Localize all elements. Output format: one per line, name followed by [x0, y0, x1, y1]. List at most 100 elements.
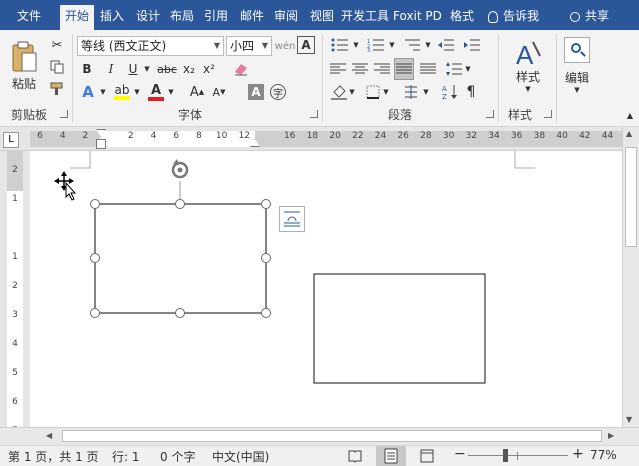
zoom-slider-track[interactable]: [468, 455, 568, 456]
resize-handle-bottom-right[interactable]: [261, 308, 271, 318]
italic-button[interactable]: I: [102, 60, 120, 78]
tab-view[interactable]: 视图: [306, 5, 338, 30]
font-launcher[interactable]: [310, 110, 318, 118]
scroll-right-icon[interactable]: ▶: [608, 431, 614, 440]
tab-file[interactable]: 文件: [8, 5, 50, 30]
resize-handle-top[interactable]: [175, 199, 185, 209]
subscript-button[interactable]: x₂: [180, 60, 198, 78]
show-marks-icon[interactable]: ¶: [462, 82, 480, 102]
editing-button[interactable]: 编辑 ▼: [560, 34, 594, 96]
copy-icon[interactable]: [48, 58, 66, 76]
read-mode-icon[interactable]: [348, 449, 362, 463]
print-layout-icon[interactable]: [376, 446, 406, 466]
left-indent-marker[interactable]: [96, 139, 106, 149]
paste-button[interactable]: 粘贴: [6, 36, 42, 96]
share-button[interactable]: 共享: [570, 5, 609, 27]
highlight-button[interactable]: ab: [112, 82, 132, 102]
align-center-icon[interactable]: [350, 60, 370, 78]
chevron-down-icon[interactable]: ▼: [352, 36, 360, 54]
selected-rectangle-shape[interactable]: [94, 203, 267, 314]
rotate-handle-icon[interactable]: [171, 159, 189, 179]
resize-handle-top-left[interactable]: [90, 199, 100, 209]
underline-button[interactable]: U: [124, 60, 142, 78]
rectangle-shape[interactable]: [313, 273, 486, 384]
chinese-layout-icon[interactable]: [400, 82, 422, 102]
decrease-indent-icon[interactable]: [436, 36, 456, 54]
clear-formatting-icon[interactable]: [232, 60, 250, 78]
styles-button[interactable]: A 样式 ▼: [504, 34, 552, 96]
chevron-down-icon[interactable]: ▼: [348, 82, 356, 102]
paragraph-launcher[interactable]: [486, 110, 494, 118]
styles-launcher[interactable]: [544, 110, 552, 118]
increase-indent-icon[interactable]: [462, 36, 482, 54]
horizontal-ruler[interactable]: L 6 4 2 2 4 6 8 10 12 16 18 20 22 24 26 28 30 32 34 36 38 40 4…: [0, 127, 639, 151]
vertical-scroll-thumb[interactable]: [625, 147, 637, 247]
chevron-down-icon[interactable]: ▼: [382, 82, 390, 102]
chevron-down-icon[interactable]: ▼: [424, 36, 432, 54]
tab-references[interactable]: 引用: [200, 5, 232, 30]
tab-design[interactable]: 设计: [132, 5, 164, 30]
numbering-icon[interactable]: 123: [364, 36, 388, 54]
layout-options-button[interactable]: [279, 206, 305, 232]
enclose-characters-button[interactable]: 字: [270, 84, 286, 100]
shading-icon[interactable]: [330, 82, 348, 102]
chevron-down-icon[interactable]: ▼: [133, 82, 141, 102]
tab-developer[interactable]: 开发工具: [340, 5, 390, 30]
tab-mailings[interactable]: 邮件: [236, 5, 268, 30]
grow-font-button[interactable]: A ▲: [188, 82, 206, 102]
line-spacing-icon[interactable]: [444, 60, 464, 78]
character-border-button[interactable]: A: [297, 36, 315, 54]
vertical-ruler[interactable]: 211234567: [0, 151, 30, 436]
tab-home[interactable]: 开始: [60, 5, 94, 30]
distributed-icon[interactable]: [418, 60, 438, 78]
borders-icon[interactable]: [364, 82, 382, 102]
multilevel-list-icon[interactable]: [400, 36, 424, 54]
collapse-ribbon-icon[interactable]: ▲: [624, 110, 636, 120]
font-name-combo[interactable]: 等线 (西文正文) ▼: [77, 36, 224, 56]
chevron-down-icon[interactable]: ▼: [464, 60, 472, 78]
bullets-icon[interactable]: [328, 36, 352, 54]
web-layout-icon[interactable]: [420, 449, 434, 463]
text-effects-icon[interactable]: A: [78, 82, 98, 102]
tab-insert[interactable]: 插入: [96, 5, 128, 30]
word-count[interactable]: 0 个字: [160, 448, 195, 465]
resize-handle-left[interactable]: [90, 253, 100, 263]
strikethrough-button[interactable]: abc: [156, 60, 178, 78]
scroll-up-icon[interactable]: ▲: [626, 129, 632, 138]
clipboard-launcher[interactable]: [60, 110, 68, 118]
chevron-down-icon[interactable]: ▼: [143, 60, 151, 78]
bold-button[interactable]: B: [78, 60, 96, 78]
superscript-button[interactable]: x²: [200, 60, 218, 78]
font-color-button[interactable]: A: [146, 82, 166, 102]
scroll-left-icon[interactable]: ◀: [46, 431, 52, 440]
character-shading-icon[interactable]: A: [248, 84, 264, 100]
horizontal-scroll-thumb[interactable]: [62, 430, 602, 442]
align-right-icon[interactable]: [372, 60, 392, 78]
horizontal-scrollbar[interactable]: ◀ ▶: [0, 427, 639, 445]
zoom-out-button[interactable]: −: [454, 446, 466, 462]
zoom-in-button[interactable]: +: [572, 446, 584, 462]
justify-icon[interactable]: [394, 58, 414, 80]
align-left-icon[interactable]: [328, 60, 348, 78]
chevron-down-icon[interactable]: ▼: [388, 36, 396, 54]
language[interactable]: 中文(中国): [212, 448, 269, 465]
clear-phonetic-icon[interactable]: wén: [275, 36, 296, 56]
tab-selector-icon[interactable]: L: [3, 132, 19, 148]
page-count[interactable]: 第 1 页，共 1 页: [8, 448, 99, 465]
zoom-level[interactable]: 77%: [590, 448, 617, 462]
chevron-down-icon[interactable]: ▼: [167, 82, 175, 102]
line-number[interactable]: 行: 1: [112, 448, 140, 465]
tell-me-box[interactable]: 告诉我: [488, 5, 539, 27]
tab-review[interactable]: 审阅: [270, 5, 302, 30]
resize-handle-bottom-left[interactable]: [90, 308, 100, 318]
chevron-down-icon[interactable]: ▼: [99, 82, 107, 102]
vertical-scrollbar[interactable]: ▲ ▼: [622, 127, 639, 427]
font-size-combo[interactable]: 小四 ▼: [226, 36, 272, 56]
resize-handle-top-right[interactable]: [261, 199, 271, 209]
tab-foxit-pdf[interactable]: Foxit PDF: [393, 5, 443, 30]
sort-icon[interactable]: AZ: [440, 82, 460, 102]
tab-layout[interactable]: 布局: [166, 5, 198, 30]
resize-handle-right[interactable]: [261, 253, 271, 263]
zoom-slider-thumb[interactable]: [503, 449, 508, 462]
shrink-font-button[interactable]: A ▼: [210, 82, 228, 102]
